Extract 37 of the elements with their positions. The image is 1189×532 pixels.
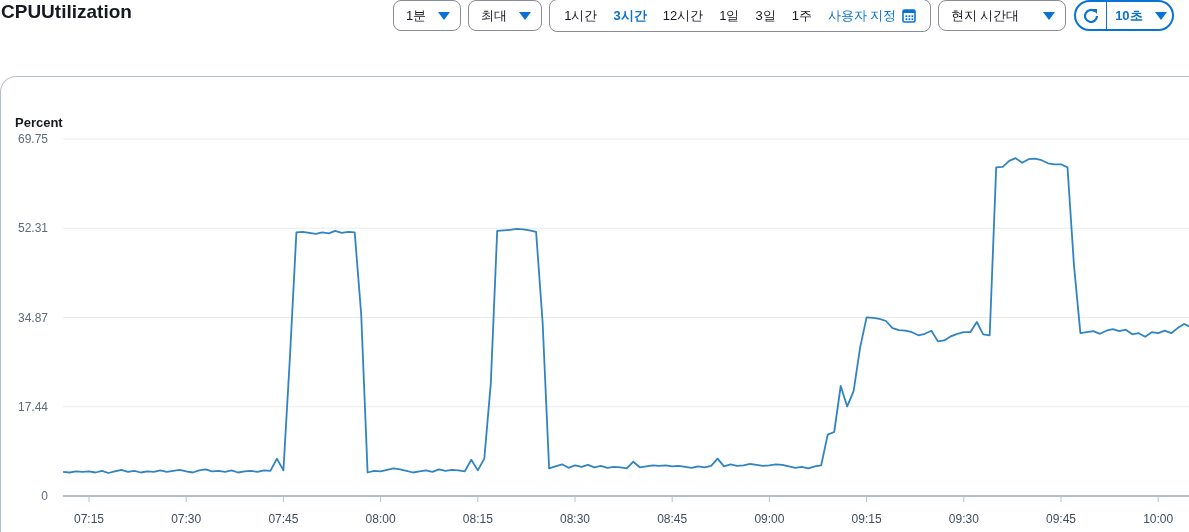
axis-label: 69.75 (17, 132, 48, 146)
chart-title: CPUUtilization (0, 0, 133, 24)
axis-label: 52.31 (17, 221, 48, 236)
time-range-option[interactable]: 3시간 (605, 6, 655, 25)
axis-label: 08:45 (657, 512, 688, 526)
axis-label: 08:00 (365, 512, 396, 526)
axis-label: 10:00 (1143, 512, 1174, 526)
statistic-dropdown[interactable]: 최대 (468, 0, 543, 31)
axis-label: 07:45 (268, 512, 299, 526)
axis-label: 0 (41, 489, 48, 503)
time-range-option[interactable]: 12시간 (654, 6, 712, 25)
refresh-icon (1082, 6, 1101, 25)
refresh-button[interactable] (1082, 2, 1108, 29)
axis-label: 08:30 (560, 512, 590, 526)
axis-label: 34.87 (17, 310, 48, 325)
timezone-dropdown[interactable]: 현지 시간대 (937, 0, 1067, 31)
axis-label: 09:15 (851, 512, 882, 526)
period-dropdown[interactable]: 1분 (393, 0, 462, 31)
axis-label: 17.44 (17, 399, 48, 414)
axis-label: 07:30 (171, 512, 202, 526)
axis-label: 09:30 (948, 512, 979, 526)
axis-label: 09:45 (1046, 512, 1076, 526)
time-range-option[interactable]: 1주 (783, 6, 820, 25)
refresh-interval-dropdown[interactable]: 10초 (1107, 6, 1175, 25)
caret-icon (519, 11, 532, 20)
axis-label: 09:00 (754, 512, 785, 526)
time-range-option[interactable]: 사용자 지정 (819, 6, 924, 25)
axis-label: 07:15 (74, 512, 104, 526)
axis-label: 08:15 (462, 512, 493, 526)
time-range-option[interactable]: 1일 (711, 6, 748, 25)
axis-title: Percent (15, 115, 63, 130)
time-range-option[interactable]: 3일 (747, 6, 784, 25)
time-range-option[interactable]: 1시간 (556, 6, 606, 25)
caret-icon (438, 11, 451, 20)
caret-icon (1043, 11, 1056, 20)
caret-icon (1154, 11, 1167, 20)
calendar-icon (901, 8, 916, 23)
